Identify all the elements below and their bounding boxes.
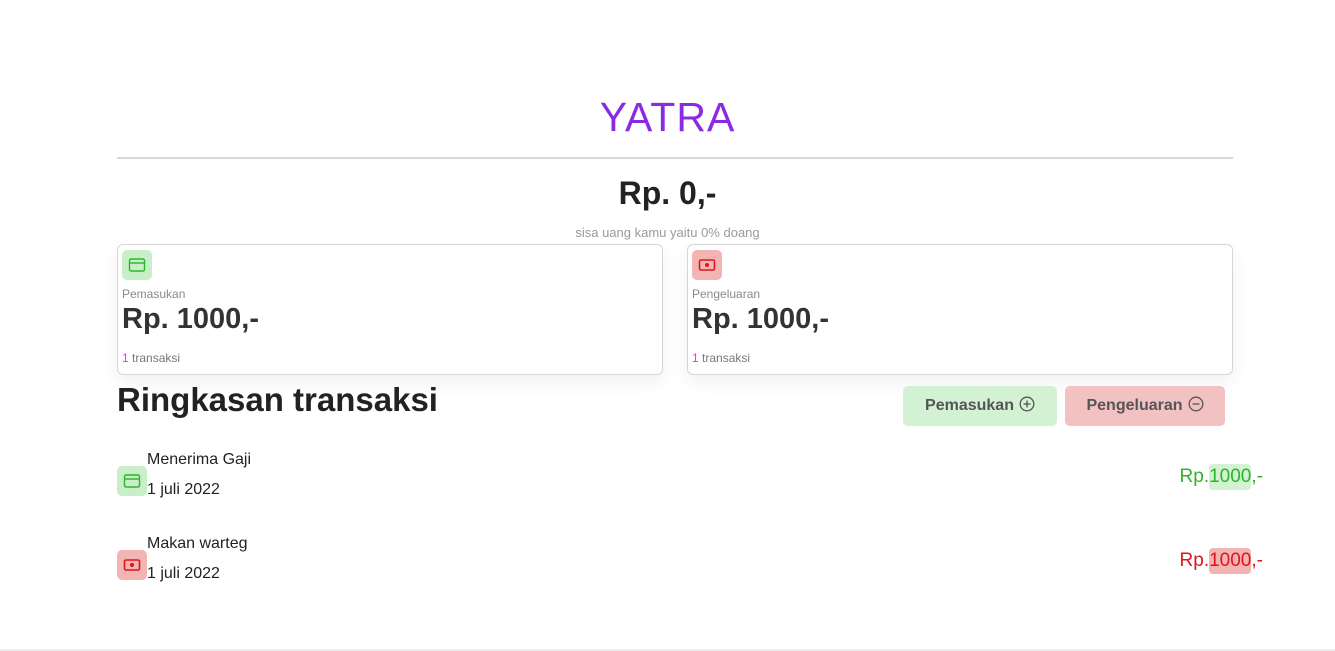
transaction-amount-prefix: Rp. [1179,466,1210,487]
balance-subtext: sisa uang kamu yaitu 0% doang [575,225,760,240]
expense-card-count: 1 transaksi [692,351,750,365]
expense-summary-card: Pengeluaran Rp. 1000,- 1 transaksi [687,244,1233,375]
transaction-row[interactable]: Makan warteg 1 juli 2022 Rp.1000,- [117,535,1267,595]
plus-circle-icon [1019,396,1035,417]
transaction-date: 1 juli 2022 [147,565,220,582]
transaction-name: Makan warteg [147,535,248,552]
transaction-amount: Rp.1000,- [1180,464,1263,490]
balance-amount: Rp. 0,- [618,175,717,211]
transaction-amount-suffix: ,- [1251,466,1263,487]
wallet-icon [122,250,152,280]
add-income-button-label: Pemasukan [925,397,1014,414]
transaction-row[interactable]: Menerima Gaji 1 juli 2022 Rp.1000,- [117,451,1267,511]
minus-circle-icon [1188,396,1204,417]
transaction-amount-value: 1000 [1209,548,1252,574]
transaction-name: Menerima Gaji [147,451,252,468]
expense-count-suffix: transaksi [702,351,751,365]
income-card-label: Pemasukan [122,287,186,301]
header-divider [117,157,1233,159]
income-card-count: 1 transaksi [122,351,180,365]
transaction-amount-suffix: ,- [1251,550,1263,571]
cash-icon [692,250,722,280]
income-summary-card: Pemasukan Rp. 1000,- 1 transaksi [117,244,663,375]
expense-card-label: Pengeluaran [692,287,761,301]
transactions-section-title: Ringkasan transaksi [117,381,438,418]
transaction-date: 1 juli 2022 [147,481,220,498]
income-card-amount: Rp. 1000,- [122,303,259,335]
income-count-number: 1 [122,351,129,365]
wallet-icon [117,466,147,496]
income-count-suffix: transaksi [132,351,181,365]
add-expense-button[interactable]: Pengeluaran [1065,386,1225,426]
app-brand-title: YATRA [599,94,736,140]
transaction-amount-prefix: Rp. [1179,550,1210,571]
add-income-button[interactable]: Pemasukan [903,386,1057,426]
expense-card-amount: Rp. 1000,- [692,303,829,335]
transaction-amount: Rp.1000,- [1180,548,1263,574]
add-expense-button-label: Pengeluaran [1086,397,1183,414]
cash-icon [117,550,147,580]
transaction-amount-value: 1000 [1209,464,1252,490]
expense-count-number: 1 [692,351,699,365]
